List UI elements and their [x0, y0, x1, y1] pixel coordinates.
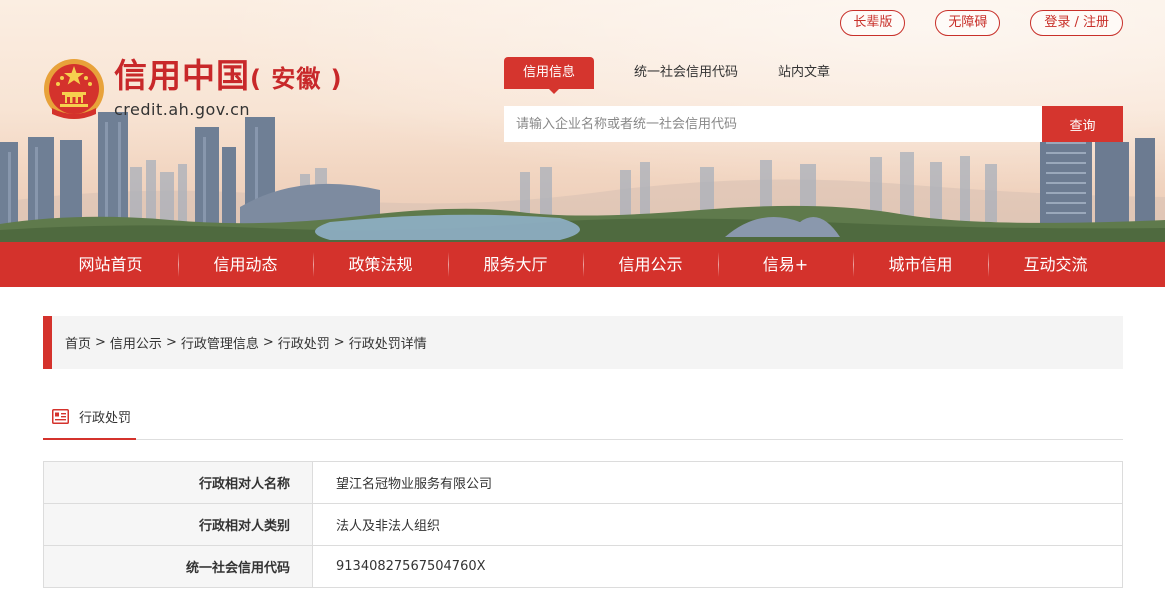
breadcrumb-home[interactable]: 首页: [65, 333, 91, 352]
field-label: 行政相对人类别: [43, 503, 313, 546]
accessibility-button[interactable]: 无障碍: [935, 10, 1001, 36]
search-tab-credit-code[interactable]: 统一社会信用代码: [614, 57, 758, 89]
breadcrumb-separator: >: [262, 335, 274, 350]
tab-pointer-icon: [549, 89, 559, 94]
logo-title-main: 信用中国: [114, 56, 250, 95]
logo-title: 信用中国( 安徽 ): [114, 56, 343, 99]
site-logo[interactable]: 信用中国( 安徽 ) credit.ah.gov.cn: [42, 56, 343, 122]
search-input[interactable]: [504, 106, 1042, 142]
section-title: 行政处罚: [79, 410, 132, 426]
penalty-detail-table: 行政相对人名称 望江名冠物业服务有限公司 行政相对人类别 法人及非法人组织 统一…: [43, 461, 1123, 588]
table-row: 统一社会信用代码 91340827567504760X: [43, 545, 1123, 588]
main-nav: 网站首页 信用动态 政策法规 服务大厅 信用公示 信易+ 城市信用 互动交流: [0, 242, 1165, 287]
nav-item-xinyi-plus[interactable]: 信易+: [718, 242, 853, 287]
header-banner: 长辈版 无障碍 登录 / 注册 信用中国( 安徽 ) credit.ah.gov…: [0, 0, 1165, 242]
field-label: 统一社会信用代码: [43, 545, 313, 588]
field-label: 行政相对人名称: [43, 461, 313, 504]
logo-province: ( 安徽 ): [250, 65, 343, 93]
nav-item-credit-news[interactable]: 信用动态: [178, 242, 313, 287]
search-tab-site-articles[interactable]: 站内文章: [758, 57, 850, 89]
field-value: 望江名冠物业服务有限公司: [312, 461, 1123, 504]
nav-item-credit-publicity[interactable]: 信用公示: [583, 242, 718, 287]
breadcrumb-admin-info[interactable]: 行政管理信息: [181, 333, 259, 352]
breadcrumb-separator: >: [95, 335, 106, 350]
search-box: 查询: [504, 106, 1123, 142]
breadcrumb: 首页 > 信用公示 > 行政管理信息 > 行政处罚 > 行政处罚详情: [43, 316, 1123, 369]
logo-text: 信用中国( 安徽 ) credit.ah.gov.cn: [114, 56, 343, 119]
breadcrumb-current: 行政处罚详情: [348, 337, 427, 352]
login-register-button[interactable]: 登录 / 注册: [1030, 10, 1123, 36]
table-row: 行政相对人名称 望江名冠物业服务有限公司: [43, 461, 1123, 504]
nav-item-city-credit[interactable]: 城市信用: [853, 242, 988, 287]
breadcrumb-separator: >: [333, 335, 345, 350]
breadcrumb-admin-penalty[interactable]: 行政处罚: [278, 333, 330, 352]
logo-url: credit.ah.gov.cn: [114, 100, 251, 119]
breadcrumb-credit-publicity[interactable]: 信用公示: [110, 333, 162, 352]
nav-item-policies[interactable]: 政策法规: [313, 242, 448, 287]
top-utility-links: 长辈版 无障碍 登录 / 注册: [840, 10, 1123, 36]
elder-mode-button[interactable]: 长辈版: [840, 10, 906, 36]
table-row: 行政相对人类别 法人及非法人组织: [43, 503, 1123, 546]
nav-item-interaction[interactable]: 互动交流: [988, 242, 1123, 287]
search-tabs: 信用信息 统一社会信用代码 站内文章: [504, 57, 850, 94]
search-tab-label: 信用信息: [522, 65, 575, 80]
nav-item-service-hall[interactable]: 服务大厅: [448, 242, 583, 287]
document-list-icon: [52, 408, 69, 424]
search-button[interactable]: 查询: [1042, 106, 1123, 142]
search-tab-credit-info[interactable]: 信用信息: [504, 57, 594, 94]
section-header: 行政处罚: [43, 394, 1123, 440]
section-tab: 行政处罚: [43, 394, 136, 440]
breadcrumb-separator: >: [165, 335, 177, 350]
field-value: 法人及非法人组织: [312, 503, 1123, 546]
field-value: 91340827567504760X: [312, 545, 1123, 588]
nav-item-home[interactable]: 网站首页: [43, 242, 178, 287]
national-emblem-icon: [44, 59, 104, 119]
